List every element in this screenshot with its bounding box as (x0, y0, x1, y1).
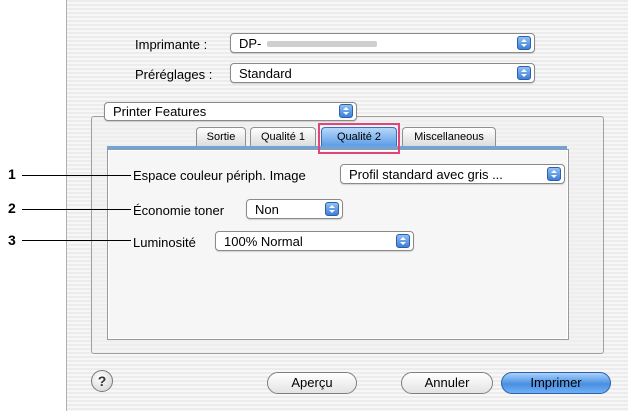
tab-sortie[interactable]: Sortie (196, 127, 246, 146)
toner-label: Économie toner (133, 203, 225, 218)
presets-label: Préréglages : (135, 67, 213, 82)
help-button[interactable]: ? (91, 370, 113, 392)
callout-3: 3 (8, 232, 16, 248)
brightness-label: Luminosité (133, 235, 196, 250)
brightness-select[interactable]: 100% Normal (215, 231, 414, 251)
tab-qualite-1[interactable]: Qualité 1 (250, 127, 316, 146)
popup-arrows-icon (517, 66, 531, 80)
features-panel-value: Printer Features (113, 104, 207, 119)
popup-arrows-icon (339, 104, 353, 118)
presets-value: Standard (239, 66, 292, 81)
popup-arrows-icon (396, 234, 410, 248)
callout-2-line (22, 209, 131, 210)
printer-select[interactable]: DP- (230, 33, 535, 53)
printer-label: Imprimante : (135, 37, 208, 52)
popup-arrows-icon (325, 202, 339, 216)
redacted-printer-name (267, 41, 377, 47)
features-panel-select[interactable]: Printer Features (104, 102, 357, 121)
cancel-button[interactable]: Annuler (401, 372, 493, 394)
popup-arrows-icon (517, 36, 531, 50)
color-space-value: Profil standard avec gris ... (349, 167, 503, 182)
tab-highlight-box (318, 123, 400, 154)
preview-button[interactable]: Aperçu (267, 372, 357, 394)
color-space-select[interactable]: Profil standard avec gris ... (340, 164, 565, 184)
popup-arrows-icon (547, 167, 561, 181)
color-space-label: Espace couleur périph. Image (133, 168, 306, 183)
print-button[interactable]: Imprimer (501, 372, 611, 394)
toner-select[interactable]: Non (246, 199, 343, 219)
toner-value: Non (255, 202, 279, 217)
callout-3-line (22, 240, 131, 241)
printer-value: DP- (239, 36, 262, 51)
callout-1: 1 (8, 166, 16, 182)
callout-1-line (22, 175, 131, 176)
presets-select[interactable]: Standard (230, 63, 535, 83)
tab-miscellaneous[interactable]: Miscellaneous (402, 127, 496, 146)
callout-2: 2 (8, 200, 16, 216)
brightness-value: 100% Normal (224, 234, 303, 249)
